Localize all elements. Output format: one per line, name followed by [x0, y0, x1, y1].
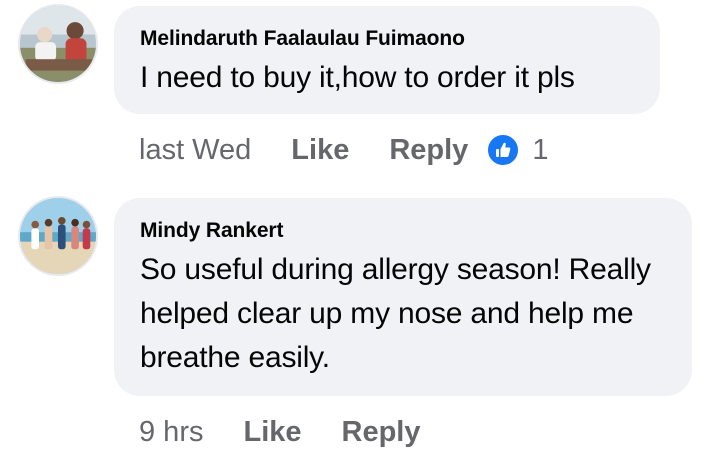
comment-author[interactable]: Melindaruth Faalaulau Fuimaono	[140, 26, 636, 52]
like-button[interactable]: Like	[291, 134, 349, 167]
avatar-photo-icon	[20, 198, 96, 274]
avatar[interactable]	[18, 196, 98, 276]
comment-author[interactable]: Mindy Rankert	[140, 218, 668, 244]
reply-button[interactable]: Reply	[389, 134, 468, 167]
avatar-photo-icon	[20, 6, 96, 82]
comment-bubble: Melindaruth Faalaulau Fuimaono I need to…	[114, 6, 660, 114]
avatar[interactable]	[18, 4, 98, 84]
thumbs-up-icon[interactable]	[486, 133, 521, 167]
comment-bubble: Mindy Rankert So useful during allergy s…	[114, 198, 692, 396]
like-button[interactable]: Like	[243, 416, 301, 449]
comment-text: So useful during allergy season! Really …	[140, 253, 651, 374]
comment-timestamp[interactable]: 9 hrs	[139, 416, 203, 449]
comment-actions: last Wed Like Reply 1	[139, 130, 548, 170]
reaction-count[interactable]: 1	[532, 134, 548, 167]
comment-actions: 9 hrs Like Reply	[139, 412, 439, 452]
comment-text: I need to buy it,how to order it pls	[140, 61, 575, 94]
comments-thread: Melindaruth Faalaulau Fuimaono I need to…	[0, 0, 720, 469]
reply-button[interactable]: Reply	[342, 416, 421, 449]
comment-timestamp[interactable]: last Wed	[139, 134, 251, 167]
